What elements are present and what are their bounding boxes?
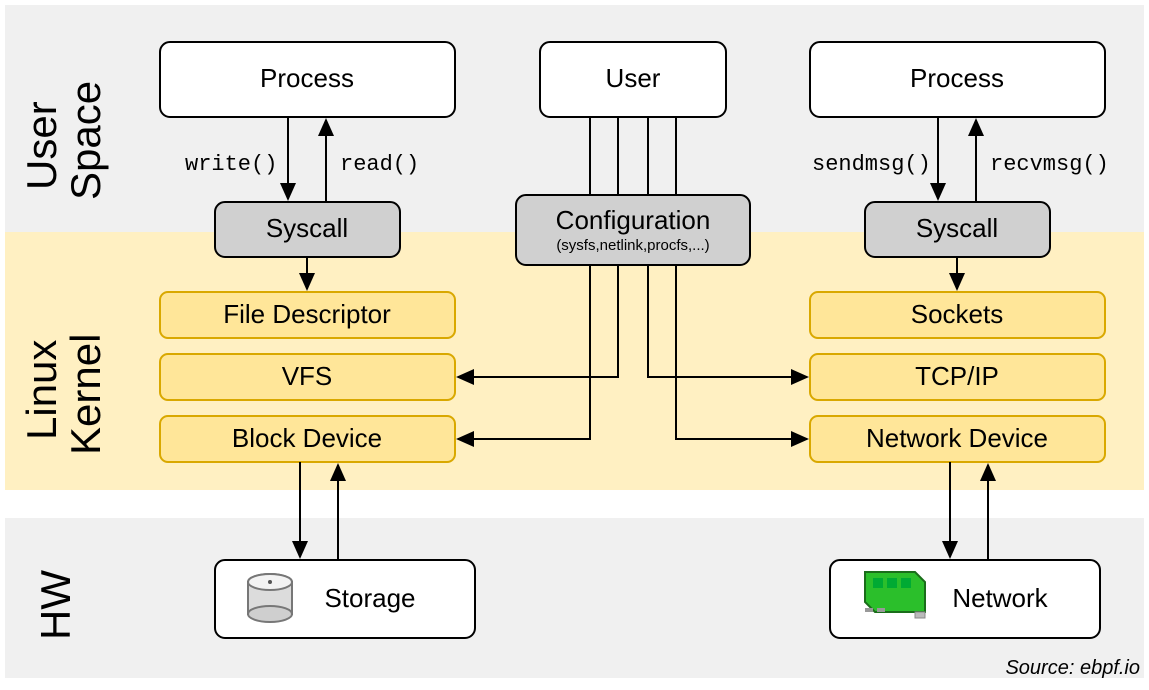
node-file-descriptor-label: File Descriptor (223, 299, 391, 329)
call-recvmsg-label: recvmsg() (990, 152, 1109, 177)
node-network-device-label: Network Device (866, 423, 1048, 453)
node-syscall-right-label: Syscall (916, 213, 998, 243)
svg-text:Space: Space (62, 81, 109, 200)
node-syscall-left-label: Syscall (266, 213, 348, 243)
band-label-linux-kernel: Linux Kernel (18, 334, 109, 455)
node-storage-label: Storage (324, 583, 415, 613)
svg-text:Linux: Linux (18, 340, 65, 440)
storage-icon (248, 574, 292, 622)
band-label-user-space-line1: User (18, 101, 65, 190)
node-sockets-label: Sockets (911, 299, 1004, 329)
node-network-label: Network (952, 583, 1048, 613)
source-label: Source: ebpf.io (1005, 657, 1140, 679)
node-configuration-sub: (sysfs,netlink,procfs,...) (556, 237, 709, 254)
band-label-hw: HW (32, 570, 79, 640)
node-process-left-label: Process (260, 63, 354, 93)
node-vfs-label: VFS (282, 361, 333, 391)
band-label-user-space-line2: Space (62, 81, 109, 200)
node-user-center-label: User (606, 63, 661, 93)
svg-text:Kernel: Kernel (62, 334, 109, 455)
node-tcpip-label: TCP/IP (915, 361, 999, 391)
svg-text:User: User (18, 101, 65, 190)
diagram-root: User Space Linux Kernel HW Process User … (0, 0, 1149, 690)
band-label-linux-kernel-line2: Kernel (62, 334, 109, 455)
node-block-device-label: Block Device (232, 423, 382, 453)
network-icon (865, 572, 925, 618)
call-write-label: write() (185, 152, 277, 177)
node-process-right-label: Process (910, 63, 1004, 93)
band-label-linux-kernel-line1: Linux (18, 340, 65, 440)
node-configuration-label: Configuration (556, 205, 711, 235)
call-sendmsg-label: sendmsg() (812, 152, 931, 177)
call-read-label: read() (340, 152, 419, 177)
